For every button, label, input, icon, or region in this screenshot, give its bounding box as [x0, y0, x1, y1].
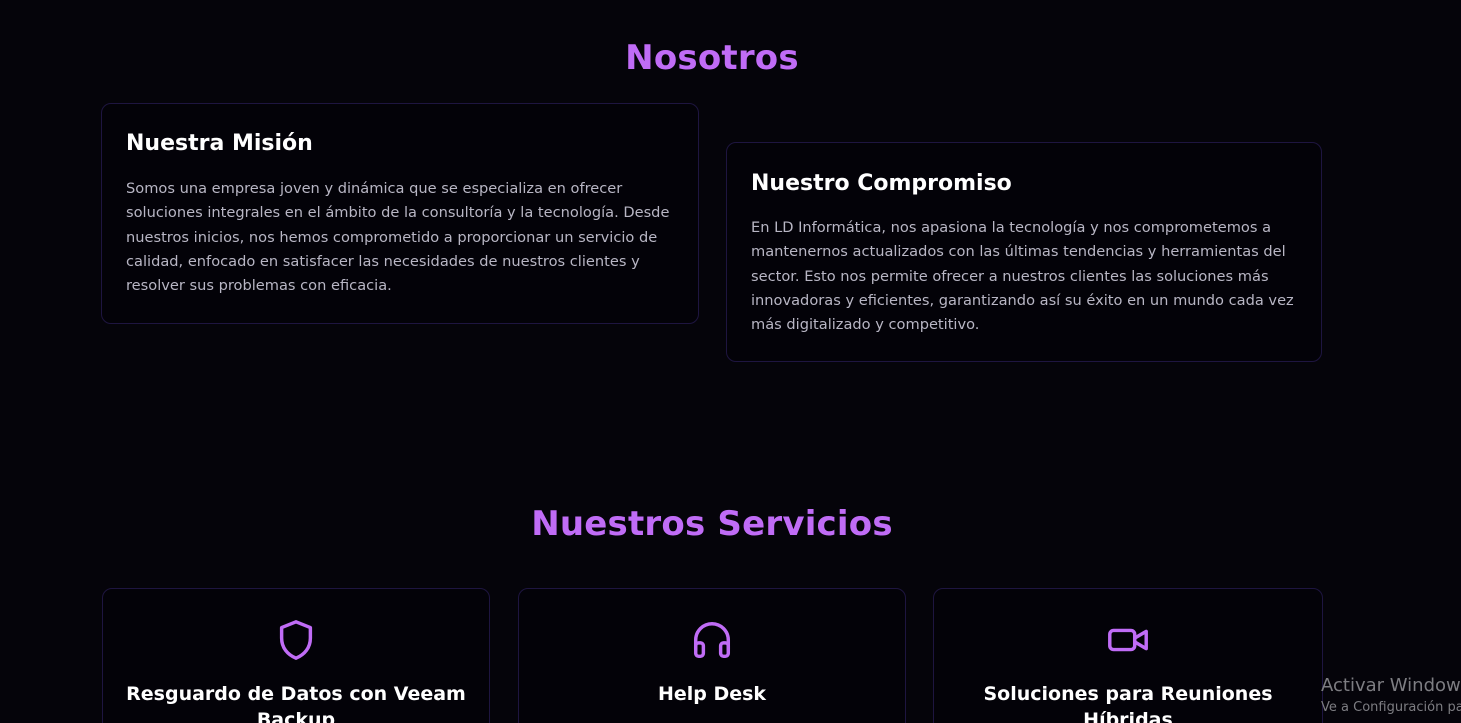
windows-activation-watermark: Activar Windows Ve a Configuración para …: [1321, 674, 1461, 718]
mission-card-text: Somos una empresa joven y dinámica que s…: [126, 180, 670, 295]
headphones-icon: [689, 617, 735, 663]
about-section-title: Nosotros: [625, 38, 799, 78]
shield-icon: [273, 617, 319, 663]
service-title-helpdesk: Help Desk: [657, 683, 767, 705]
watermark-subtitle: Ve a Configuración para activar Windows.: [1321, 700, 1461, 715]
service-card-helpdesk[interactable]: Help Desk: [518, 588, 906, 723]
services-section-title: Nuestros Servicios: [531, 504, 893, 544]
video-camera-icon: [1105, 617, 1151, 663]
commitment-card: Nuestro Compromiso En LD Informática, no…: [726, 142, 1322, 362]
page: Nosotros Nuestra Misión Somos una empres…: [0, 0, 1461, 723]
mission-card-title: Nuestra Misión: [126, 131, 313, 156]
service-title-backup: Resguardo de Datos con Veeam Backup: [126, 683, 466, 723]
service-card-backup[interactable]: Resguardo de Datos con Veeam Backup: [102, 588, 490, 723]
watermark-title: Activar Windows: [1321, 675, 1461, 696]
mission-card: Nuestra Misión Somos una empresa joven y…: [101, 103, 699, 324]
service-card-hybrid-meetings[interactable]: Soluciones para Reuniones Híbridas: [933, 588, 1323, 723]
service-title-hybrid-meetings: Soluciones para Reuniones Híbridas: [983, 683, 1273, 723]
commitment-card-text: En LD Informática, nos apasiona la tecno…: [751, 219, 1294, 334]
commitment-card-title: Nuestro Compromiso: [751, 171, 1012, 196]
